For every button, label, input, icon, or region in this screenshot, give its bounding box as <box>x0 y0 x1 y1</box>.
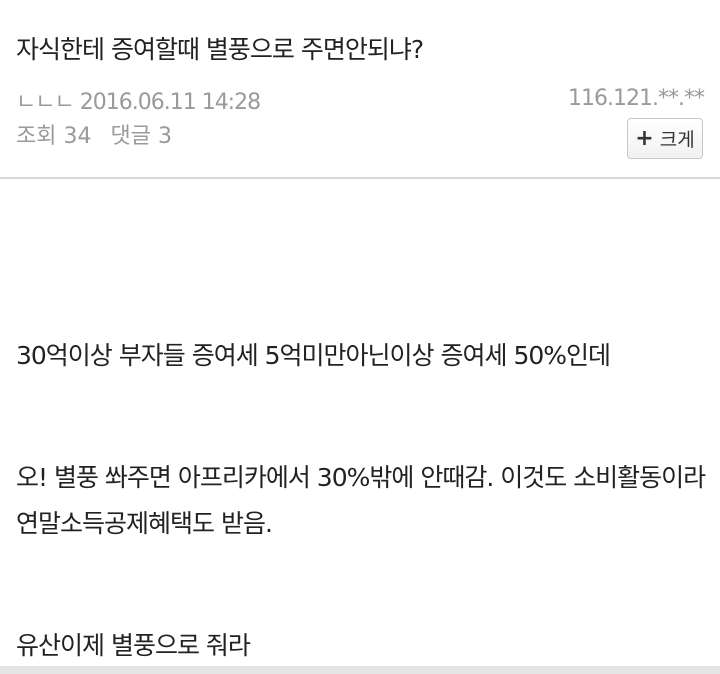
post-title: 자식한테 증여할때 별풍으로 주면안되냐? <box>16 35 424 64</box>
post-datetime: 2016.06.11 14:28 <box>79 90 261 115</box>
post-header: 자식한테 증여할때 별풍으로 주면안되냐? ㄴㄴㄴ 2016.06.11 14:… <box>0 0 720 178</box>
content-line: 오! 별풍 쏴주면 아프리카에서 30%밖에 안때감. 이것도 소비활동이라 <box>16 463 706 492</box>
comments-count: 3 <box>157 124 172 149</box>
enlarge-label: 크게 <box>659 129 695 151</box>
header-divider <box>0 177 720 179</box>
views-count: 34 <box>63 124 92 149</box>
enlarge-text-button[interactable]: + 크게 <box>627 118 703 159</box>
content-line: 유산이제 별풍으로 줘라 <box>16 631 251 660</box>
content-line: 연말소득공제혜택도 받음. <box>16 509 273 538</box>
bottom-bar <box>0 666 720 674</box>
content-line: 30억이상 부자들 증여세 5억미만아닌이상 증여세 50%인데 <box>16 341 611 370</box>
comments-label: 댓글 <box>110 124 151 149</box>
author-ip: 116.121.**.** <box>568 86 705 111</box>
author-name[interactable]: ㄴㄴㄴ <box>16 90 75 115</box>
post-stats: 조회 34 댓글 3 <box>16 118 172 150</box>
views-label: 조회 <box>16 124 57 149</box>
plus-icon: + <box>635 125 654 151</box>
post-author-line: ㄴㄴㄴ 2016.06.11 14:28 <box>16 84 261 116</box>
